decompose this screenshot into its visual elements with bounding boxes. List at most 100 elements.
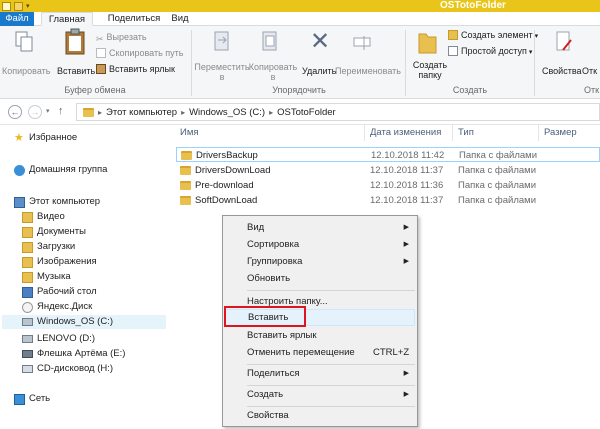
menu-item-view[interactable]: Вид ▶ <box>225 219 415 236</box>
properties-icon <box>556 31 572 51</box>
copy-icon <box>15 31 33 52</box>
properties-quick-icon[interactable] <box>2 1 11 11</box>
sidebar-item-drive-h[interactable]: CD-дисковод (H:) <box>22 362 113 376</box>
group-separator <box>534 30 535 96</box>
submenu-arrow-icon: ▶ <box>403 258 409 265</box>
open-group-label: Отк <box>584 85 600 95</box>
usb-drive-icon <box>22 350 33 358</box>
menu-item-new[interactable]: Создать ▶ <box>225 386 415 403</box>
chevron-right-icon: ▸ <box>98 107 103 117</box>
ribbon-tabs: Файл Главная Поделиться Вид <box>0 12 600 26</box>
folder-icon <box>83 107 94 117</box>
menu-item-share[interactable]: Поделиться ▶ <box>225 365 415 382</box>
delete-label: Удалить <box>302 66 337 76</box>
sidebar-item-documents[interactable]: Документы <box>22 225 86 239</box>
breadcrumb-drive[interactable]: Windows_OS (C:) <box>189 107 265 118</box>
new-folder-icon <box>418 33 437 54</box>
copy-label: Копировать <box>2 66 51 76</box>
file-row[interactable]: DriversBackup 12.10.2018 11:42 Папка с ф… <box>176 147 600 162</box>
column-header-name[interactable]: Имя <box>180 125 199 141</box>
recent-dropdown-icon[interactable]: ▾ <box>46 107 50 115</box>
open-partial-label: Отк <box>582 66 598 76</box>
sidebar-item-music[interactable]: Музыка <box>22 270 71 284</box>
ribbon: Копировать Вставить ✂ Вырезать Скопироват… <box>0 26 600 99</box>
music-folder-icon <box>22 271 33 283</box>
new-folder-quick-icon[interactable] <box>14 1 23 11</box>
video-folder-icon <box>22 211 33 223</box>
submenu-arrow-icon: ▶ <box>403 370 409 377</box>
tab-share[interactable]: Поделиться <box>100 12 168 26</box>
navigation-pane: ★ Избранное Домашняя группа Этот компьюте… <box>0 125 168 429</box>
paste-label: Вставить <box>57 66 96 76</box>
drive-icon <box>22 318 33 326</box>
forward-button[interactable]: → <box>28 105 42 119</box>
file-row[interactable]: SoftDownLoad 12.10.2018 11:37 Папка с фа… <box>176 193 600 208</box>
tab-file[interactable]: Файл <box>0 12 34 26</box>
dropdown-quick-icon[interactable]: ▾ <box>26 2 33 11</box>
menu-item-paste-shortcut[interactable]: Вставить ярлык <box>225 327 415 344</box>
menu-item-properties[interactable]: Свойства <box>225 407 415 424</box>
homegroup-icon <box>14 164 25 176</box>
submenu-arrow-icon: ▶ <box>403 224 409 231</box>
submenu-arrow-icon: ▶ <box>403 391 409 398</box>
rename-label: Переименовать <box>335 66 401 76</box>
menu-item-undo-move[interactable]: Отменить перемещение CTRL+Z <box>225 344 415 361</box>
properties-label: Свойства <box>542 66 582 76</box>
shortcut-icon <box>96 64 106 74</box>
file-row[interactable]: Pre-download 12.10.2018 11:36 Папка с фа… <box>176 178 600 193</box>
up-arrow-icon[interactable]: ↑ <box>58 105 64 117</box>
sidebar-item-yandex-disk[interactable]: Яндекс.Диск <box>22 300 92 314</box>
easy-access-icon <box>448 46 458 56</box>
sidebar-item-favorites[interactable]: ★ Избранное <box>14 131 77 145</box>
group-separator <box>191 30 192 96</box>
organize-group-label: Упорядочить <box>272 85 326 95</box>
sidebar-item-desktop[interactable]: Рабочий стол <box>22 285 97 299</box>
column-header-type[interactable]: Тип <box>458 125 474 141</box>
sidebar-item-drive-c[interactable]: Windows_OS (C:) <box>2 315 166 329</box>
network-icon <box>14 393 25 405</box>
path-icon <box>96 48 106 58</box>
downloads-folder-icon <box>22 241 33 253</box>
menu-item-group[interactable]: Группировка ▶ <box>225 253 415 270</box>
file-row[interactable]: DriversDownLoad 12.10.2018 11:37 Папка с… <box>176 163 600 178</box>
menu-item-refresh[interactable]: Обновить <box>225 270 415 287</box>
computer-icon <box>14 196 25 208</box>
quick-access-toolbar: ▾ <box>2 0 33 12</box>
sidebar-item-pictures[interactable]: Изображения <box>22 255 97 269</box>
new-item-icon <box>448 30 458 40</box>
new-folder-label: Создать папку <box>412 60 448 80</box>
folder-icon <box>181 151 192 160</box>
address-box[interactable]: ▸ Этот компьютер ▸ Windows_OS (C:) ▸ OST… <box>76 103 600 121</box>
menu-item-sort[interactable]: Сортировка ▶ <box>225 236 415 253</box>
title-bar: ▾ OSTotoFolder <box>0 0 600 12</box>
sidebar-item-this-pc[interactable]: Этот компьютер <box>14 195 100 209</box>
column-separator[interactable] <box>538 125 539 141</box>
submenu-arrow-icon: ▶ <box>403 241 409 248</box>
copy-path-button[interactable]: Скопировать путь <box>96 48 183 58</box>
column-separator[interactable] <box>364 125 365 141</box>
sidebar-item-homegroup[interactable]: Домашняя группа <box>14 163 107 177</box>
paste-shortcut-button[interactable]: Вставить ярлык <box>96 64 175 74</box>
tab-home[interactable]: Главная <box>41 12 93 26</box>
desktop-folder-icon <box>22 286 33 298</box>
chevron-right-icon: ▸ <box>269 107 274 117</box>
sidebar-item-video[interactable]: Видео <box>22 210 65 224</box>
scissors-icon: ✂ <box>96 34 104 44</box>
breadcrumb-this-pc[interactable]: Этот компьютер <box>106 107 177 118</box>
documents-folder-icon <box>22 226 33 238</box>
sidebar-item-network[interactable]: Сеть <box>14 392 50 406</box>
new-item-button[interactable]: Создать элемент ▾ <box>448 30 538 40</box>
easy-access-button[interactable]: Простой доступ ▾ <box>448 46 532 56</box>
chevron-right-icon: ▸ <box>181 107 186 117</box>
sidebar-item-drive-e[interactable]: Флешка Артёма (E:) <box>22 347 125 361</box>
sidebar-item-drive-d[interactable]: LENOVO (D:) <box>22 332 95 346</box>
breadcrumb-folder[interactable]: OSTotoFolder <box>277 107 336 118</box>
column-separator[interactable] <box>452 125 453 141</box>
sidebar-item-downloads[interactable]: Загрузки <box>22 240 75 254</box>
back-button[interactable]: ← <box>8 105 22 119</box>
folder-icon <box>180 166 191 175</box>
tab-view[interactable]: Вид <box>168 12 192 26</box>
column-header-date[interactable]: Дата изменения <box>370 125 441 141</box>
column-header-size[interactable]: Размер <box>544 125 577 141</box>
cut-button[interactable]: ✂ Вырезать <box>96 32 147 44</box>
